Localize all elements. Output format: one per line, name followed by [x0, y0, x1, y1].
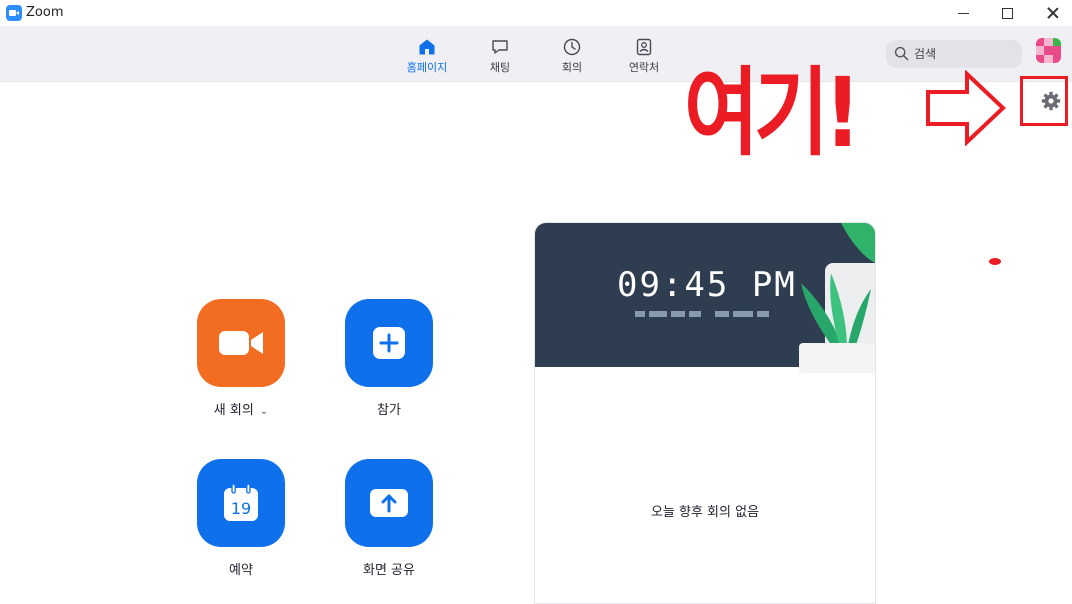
share-screen-action[interactable]: 화면 공유 — [344, 459, 434, 578]
avatar[interactable] — [1036, 38, 1061, 63]
share-screen-label: 화면 공유 — [363, 563, 415, 578]
annotation-arrow-icon — [926, 70, 1006, 146]
video-camera-icon — [219, 331, 263, 355]
search-input[interactable] — [914, 44, 1014, 64]
schedule-label: 예약 — [229, 563, 253, 578]
window-title: Zoom — [26, 5, 64, 20]
tab-meetings-label: 회의 — [561, 61, 583, 74]
current-date-blurred — [635, 311, 775, 321]
minimize-button[interactable] — [940, 0, 986, 26]
home-icon — [419, 39, 435, 55]
no-upcoming-meetings-text: 오늘 향후 회의 없음 — [650, 505, 760, 520]
calendar-day: 19 — [231, 499, 251, 518]
settings-gear-icon[interactable] — [1041, 91, 1061, 111]
plus-icon — [373, 327, 405, 359]
zoom-logo-icon — [6, 5, 22, 21]
annotation-text: 여기! — [684, 57, 861, 169]
current-time: 09:45 PM — [617, 265, 797, 305]
top-nav: 홈페이지 채팅 회의 연락처 — [0, 26, 1072, 82]
clock-hero: 09:45 PM — [535, 223, 875, 373]
tab-home-label: 홈페이지 — [406, 61, 448, 74]
join-action[interactable]: 참가 — [344, 299, 434, 418]
chevron-down-icon[interactable]: ⌄ — [260, 406, 268, 417]
share-arrow-icon — [370, 489, 408, 517]
tab-chat-label: 채팅 — [489, 61, 511, 74]
title-bar: Zoom — [0, 0, 1072, 26]
share-screen-button[interactable] — [345, 459, 433, 547]
search-icon — [894, 46, 909, 61]
tab-home[interactable]: 홈페이지 — [392, 38, 462, 75]
schedule-action[interactable]: 19 예약 — [196, 459, 286, 578]
maximize-button[interactable] — [984, 0, 1030, 26]
new-meeting-label: 새 회의 — [213, 403, 254, 418]
close-button[interactable] — [1030, 0, 1072, 26]
upcoming-meetings-card: 09:45 PM 오늘 향후 회의 없음 — [534, 222, 876, 604]
join-button[interactable] — [345, 299, 433, 387]
clock-icon — [563, 38, 581, 56]
tab-contacts[interactable]: 연락처 — [609, 38, 679, 75]
new-meeting-button[interactable] — [197, 299, 285, 387]
close-icon — [1047, 7, 1059, 19]
calendar-icon: 19 — [224, 483, 258, 521]
tab-chat[interactable]: 채팅 — [465, 38, 535, 75]
minimize-icon — [957, 12, 969, 14]
tab-contacts-label: 연락처 — [628, 61, 660, 74]
contacts-icon — [636, 38, 652, 56]
new-meeting-action[interactable]: 새 회의 ⌄ — [196, 299, 286, 418]
join-label: 참가 — [377, 403, 401, 418]
schedule-button[interactable]: 19 — [197, 459, 285, 547]
maximize-icon — [1001, 7, 1013, 19]
plant-pot — [799, 343, 875, 373]
search-box[interactable] — [886, 40, 1022, 68]
annotation-dot — [989, 258, 1001, 265]
chat-icon — [492, 40, 508, 54]
tab-meetings[interactable]: 회의 — [537, 38, 607, 75]
